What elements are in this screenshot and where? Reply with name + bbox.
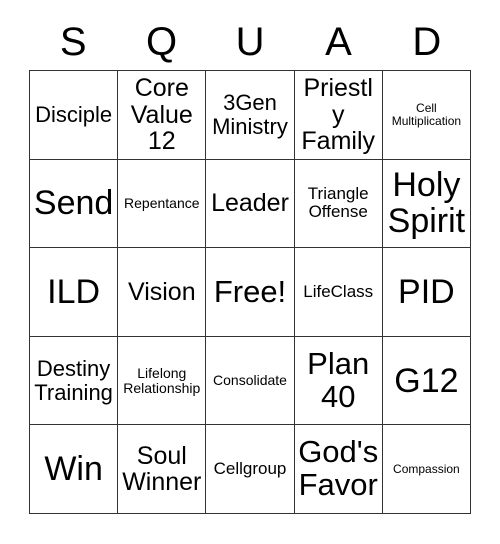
bingo-cell-label: 3Gen Ministry [212,90,288,139]
bingo-cell-label: Triangle Offense [307,184,369,222]
bingo-cell-label: Cellgroup [213,459,287,479]
bingo-cell[interactable]: Holy Spirit [382,159,471,249]
bingo-cell[interactable]: 3Gen Ministry [206,71,295,160]
bingo-cell-label: Destiny Training [34,356,113,405]
bingo-cell[interactable]: Repentance [118,159,207,249]
bingo-cell[interactable]: G12 [382,336,471,426]
bingo-cell[interactable]: PID [382,248,471,337]
bingo-cell-label: Holy Spirit [387,166,466,241]
bingo-cell[interactable]: Core Value 12 [118,71,207,160]
bingo-cell[interactable]: ILD [30,248,119,337]
bingo-cell-label: Consolidate [213,372,287,389]
bingo-cell-label: God's Favor [298,434,379,503]
bingo-cell[interactable]: Consolidate [206,336,295,426]
bingo-cell-label: Cell Multiplication [391,101,462,128]
header-letter-3: A [325,20,352,64]
header-letter-0: S [59,20,87,64]
bingo-cell[interactable]: Compassion [382,425,471,514]
bingo-cell[interactable]: Plan 40 [294,336,383,426]
bingo-cell-label: Send [33,184,114,223]
bingo-cell[interactable]: LifeClass [294,248,383,337]
bingo-cell-label: PID [398,272,455,311]
header-letter-1: Q [146,20,178,64]
bingo-cell[interactable]: Triangle Offense [294,159,383,249]
bingo-cell[interactable]: Cellgroup [206,425,295,514]
bingo-cell-label: Win [44,450,103,489]
bingo-cell[interactable]: Leader [206,159,295,249]
bingo-card: S Q U A D Disciple Core Value 12 3Gen Mi… [0,0,500,544]
bingo-grid: Disciple Core Value 12 3Gen Ministry Pri… [29,70,471,514]
bingo-cell[interactable]: Disciple [30,71,119,160]
bingo-cell[interactable]: Priestly Family [294,71,383,160]
bingo-cell-label: Compassion [393,461,460,476]
bingo-cell-label: ILD [47,272,101,311]
bingo-cell[interactable]: Destiny Training [30,336,119,426]
bingo-cell[interactable]: Soul Winner [118,425,207,514]
bingo-cell-label: Leader [211,189,289,218]
bingo-cell-label: LifeClass [303,281,374,301]
bingo-header: S Q U A D [29,14,471,70]
bingo-cell[interactable]: Cell Multiplication [382,71,471,160]
bingo-cell-label: Priestly Family [301,74,375,156]
bingo-cell[interactable]: God's Favor [294,425,383,514]
bingo-cell-label: Soul Winner [122,441,202,497]
bingo-cell-label: Repentance [124,194,200,211]
bingo-cell-label: Disciple [35,102,113,128]
bingo-cell-label: Core Value 12 [130,74,193,156]
bingo-cell[interactable]: Send [30,159,119,249]
header-letter-2: U [235,20,265,64]
bingo-cell[interactable]: Vision [118,248,207,337]
bingo-cell-label: G12 [394,361,459,400]
bingo-cell[interactable]: Lifelong Relationship [118,336,207,426]
bingo-cell-label: Vision [127,277,196,306]
bingo-cell[interactable]: Win [30,425,119,514]
bingo-cell-label: Plan 40 [307,345,370,414]
header-letter-4: D [412,20,442,64]
bingo-cell-label: Lifelong Relationship [123,364,201,396]
bingo-cell-label: Free! [213,273,287,309]
bingo-cell-free-space[interactable]: Free! [206,248,295,337]
